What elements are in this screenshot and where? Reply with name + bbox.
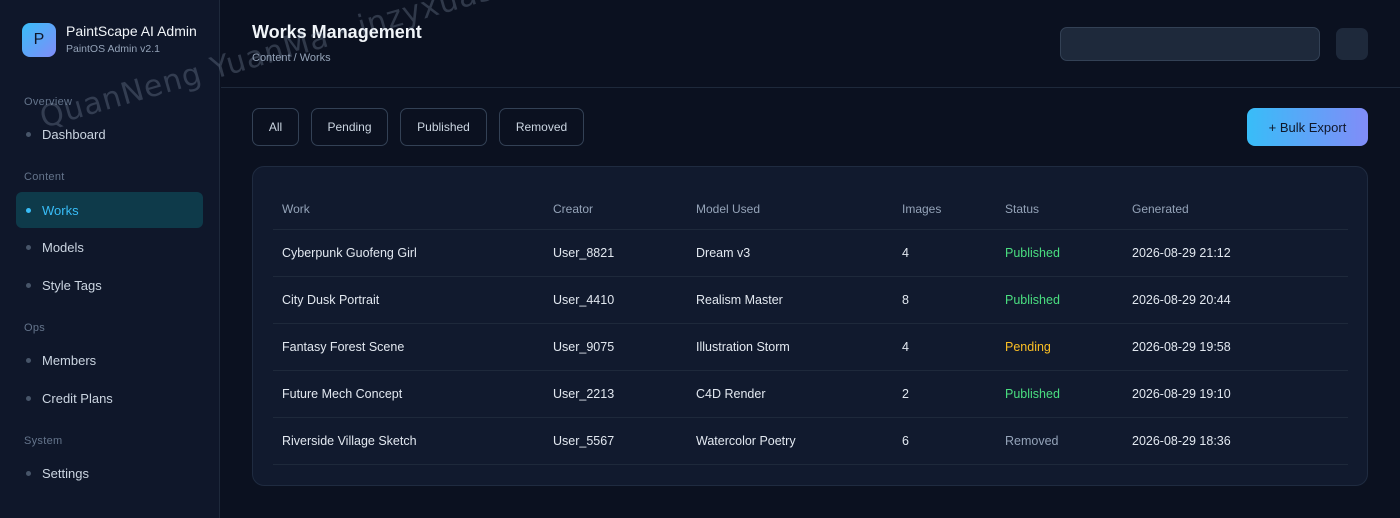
section-label-ops: Ops <box>24 322 46 334</box>
sidebar-item-style-tags[interactable]: Style Tags <box>16 267 203 303</box>
column-header-generated[interactable]: Generated <box>1132 189 1189 229</box>
brand-title: PaintScape AI Admin <box>66 23 197 39</box>
sidebar-item-credit-plans[interactable]: Credit Plans <box>16 380 203 416</box>
column-header-model[interactable]: Model Used <box>696 189 760 229</box>
cell-creator: User_2213 <box>553 387 615 401</box>
bullet-icon <box>26 357 31 363</box>
cell-work: Fantasy Forest Scene <box>282 340 405 354</box>
cell-generated: 2026-08-29 19:58 <box>1132 340 1231 354</box>
column-header-work[interactable]: Work <box>282 189 310 229</box>
brand: P PaintScape AI Admin PaintOS Admin v2.1 <box>22 22 197 57</box>
cell-work: City Dusk Portrait <box>282 293 380 307</box>
brand-subtitle: PaintOS Admin v2.1 <box>66 43 160 55</box>
status-badge: Published <box>1005 293 1060 307</box>
filter-removed[interactable]: Removed <box>499 108 584 146</box>
brand-logo: P <box>22 22 56 57</box>
cell-images: 8 <box>902 293 909 307</box>
table-header-row: Work Creator Model Used Images Status Ge… <box>273 189 1348 230</box>
cell-images: 4 <box>902 340 909 354</box>
bullet-icon <box>26 282 31 288</box>
cell-images: 4 <box>902 246 909 260</box>
cell-model: Illustration Storm <box>696 340 790 354</box>
bullet-icon <box>26 395 31 401</box>
table-row[interactable]: Fantasy Forest Scene User_9075 Illustrat… <box>273 324 1348 371</box>
cell-images: 6 <box>902 434 909 448</box>
cell-creator: User_8821 <box>553 246 615 260</box>
status-badge: Published <box>1005 387 1060 401</box>
sidebar-item-works[interactable]: Works <box>16 192 203 228</box>
cell-model: Dream v3 <box>696 246 751 260</box>
section-label-overview: Overview <box>24 96 73 108</box>
column-header-status[interactable]: Status <box>1005 189 1039 229</box>
table-row[interactable]: Future Mech Concept User_2213 C4D Render… <box>273 371 1348 418</box>
sidebar: P PaintScape AI Admin PaintOS Admin v2.1… <box>0 0 220 518</box>
cell-generated: 2026-08-29 21:12 <box>1132 246 1231 260</box>
table-row[interactable]: Cyberpunk Guofeng Girl User_8821 Dream v… <box>273 230 1348 277</box>
sidebar-item-members[interactable]: Members <box>16 342 203 378</box>
bulk-export-button[interactable]: + Bulk Export <box>1247 108 1368 146</box>
sidebar-item-label: Style Tags <box>42 277 102 293</box>
page-header: Works Management Content / Works <box>221 0 1400 88</box>
cell-generated: 2026-08-29 18:36 <box>1132 434 1231 448</box>
filter-pending[interactable]: Pending <box>311 108 388 146</box>
works-table-card: Work Creator Model Used Images Status Ge… <box>252 166 1368 486</box>
bullet-icon <box>26 207 31 213</box>
sidebar-item-models[interactable]: Models <box>16 229 203 265</box>
cell-creator: User_9075 <box>553 340 615 354</box>
bullet-icon <box>26 131 31 137</box>
status-badge: Published <box>1005 246 1060 260</box>
header-action-button[interactable] <box>1336 28 1368 60</box>
column-header-images[interactable]: Images <box>902 189 941 229</box>
search-input[interactable] <box>1060 27 1320 61</box>
cell-model: Watercolor Poetry <box>696 434 796 448</box>
cell-work: Cyberpunk Guofeng Girl <box>282 246 417 260</box>
sidebar-item-settings[interactable]: Settings <box>16 455 203 491</box>
sidebar-item-label: Credit Plans <box>42 390 113 406</box>
sidebar-item-label: Models <box>42 239 84 255</box>
section-label-content: Content <box>24 171 65 183</box>
works-table: Work Creator Model Used Images Status Ge… <box>273 189 1348 465</box>
cell-generated: 2026-08-29 19:10 <box>1132 387 1231 401</box>
status-badge: Pending <box>1005 340 1051 354</box>
sidebar-item-label: Members <box>42 352 97 368</box>
page-title: Works Management <box>252 22 422 42</box>
column-header-creator[interactable]: Creator <box>553 189 593 229</box>
cell-images: 2 <box>902 387 909 401</box>
sidebar-item-label: Works <box>42 202 79 218</box>
status-badge: Removed <box>1005 434 1059 448</box>
filter-published[interactable]: Published <box>400 108 487 146</box>
cell-creator: User_5567 <box>553 434 615 448</box>
breadcrumb: Content / Works <box>252 52 331 64</box>
filter-all[interactable]: All <box>252 108 299 146</box>
section-label-system: System <box>24 435 63 447</box>
bullet-icon <box>26 470 31 476</box>
cell-model: Realism Master <box>696 293 783 307</box>
table-row[interactable]: Riverside Village Sketch User_5567 Water… <box>273 418 1348 465</box>
sidebar-item-dashboard[interactable]: Dashboard <box>16 116 203 152</box>
brand-text: PaintScape AI Admin PaintOS Admin v2.1 <box>66 22 197 57</box>
cell-work: Future Mech Concept <box>282 387 403 401</box>
cell-model: C4D Render <box>696 387 766 401</box>
table-row[interactable]: City Dusk Portrait User_4410 Realism Mas… <box>273 277 1348 324</box>
cell-creator: User_4410 <box>553 293 615 307</box>
cell-generated: 2026-08-29 20:44 <box>1132 293 1231 307</box>
cell-work: Riverside Village Sketch <box>282 434 417 448</box>
sidebar-item-label: Dashboard <box>42 126 106 142</box>
sidebar-item-label: Settings <box>42 465 89 481</box>
bullet-icon <box>26 244 31 250</box>
